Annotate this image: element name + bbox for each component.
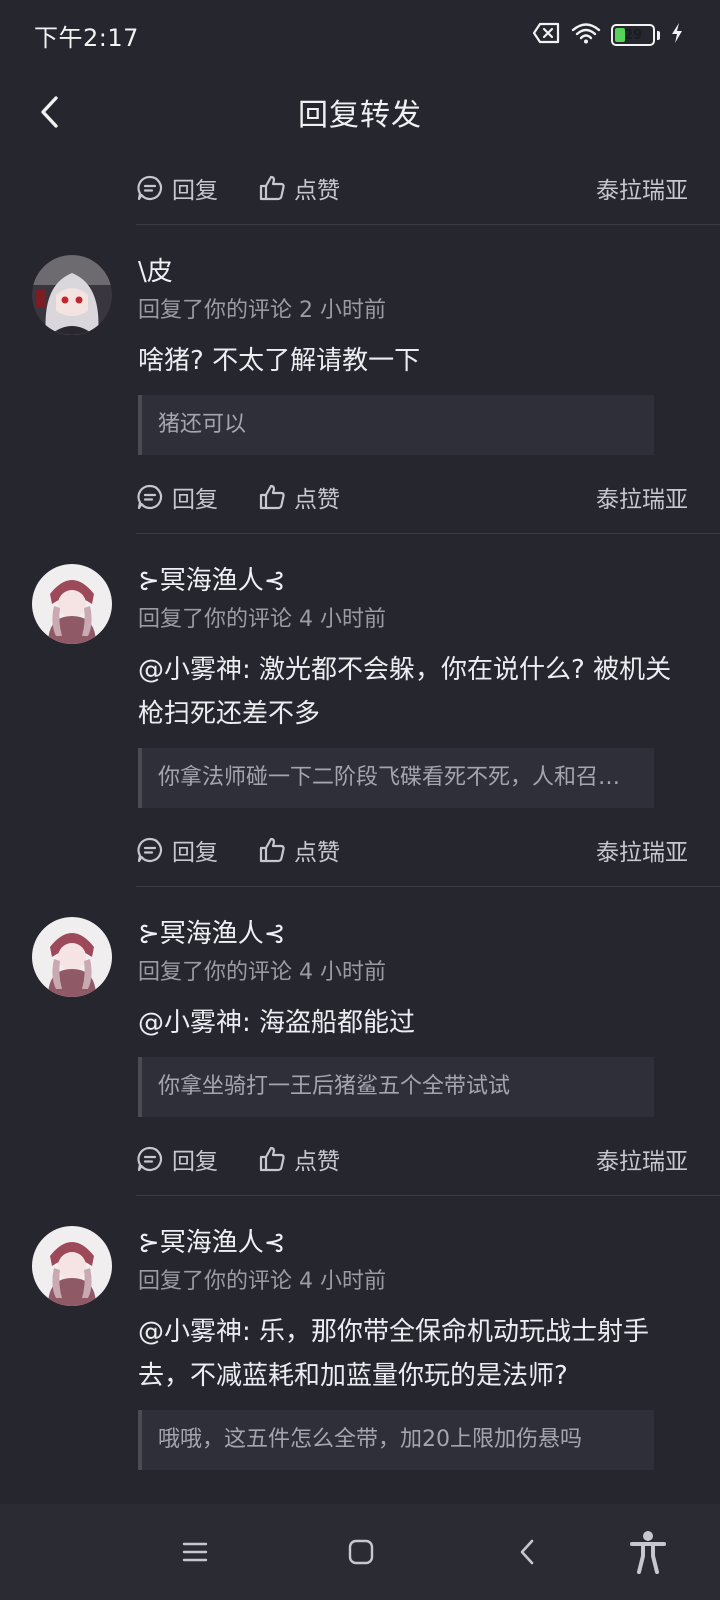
reply-feed[interactable]: 回复 点赞 泰拉瑞亚 \皮 回复了你的评论 2 小时前 啥猪? 不太了解请教一下… (0, 152, 720, 1504)
source-label[interactable]: 泰拉瑞亚 (596, 171, 688, 205)
reply-content[interactable]: @小雾神: 激光都不会躲，你在说什么? 被机关枪扫死还差不多 (138, 648, 686, 736)
reply-content[interactable]: @小雾神: 海盗船都能过 (138, 1001, 686, 1045)
source-label[interactable]: 泰拉瑞亚 (596, 480, 688, 514)
reply-button[interactable]: 回复 (136, 1142, 258, 1176)
reply-meta: 回复了你的评论 2 小时前 (138, 298, 386, 323)
quoted-comment[interactable]: 哦哦，这五件怎么全带，加20上限加伤悬吗 (138, 1410, 654, 1470)
thumbs-up-icon (259, 484, 285, 510)
username[interactable]: ⊱冥海渔人⊰ (138, 917, 686, 951)
accessibility-button[interactable] (626, 1530, 670, 1574)
battery-icon: 29 (611, 24, 655, 46)
thumbs-up-icon (259, 175, 285, 201)
square-icon (348, 1539, 374, 1565)
battery-level: 29 (623, 27, 643, 43)
status-bar: 下午2:17 29 (0, 0, 720, 70)
avatar[interactable] (32, 917, 112, 997)
source-label[interactable]: 泰拉瑞亚 (596, 833, 688, 867)
comment-icon (137, 837, 163, 863)
avatar[interactable] (32, 564, 112, 644)
reply-content[interactable]: 啥猪? 不太了解请教一下 (138, 339, 686, 383)
header: 回复转发 (0, 72, 720, 152)
reply-label: 回复 (172, 487, 218, 513)
sim-error-icon (532, 22, 561, 48)
quoted-comment[interactable]: 你拿法师碰一下二阶段飞碟看死不死，人和召… (138, 748, 654, 808)
thumbs-up-icon (259, 1146, 285, 1172)
reply-button[interactable]: 回复 (136, 480, 258, 514)
like-label: 点赞 (294, 840, 340, 866)
wifi-icon (571, 22, 601, 48)
reply-button[interactable]: 回复 (136, 171, 258, 205)
username[interactable]: ⊱冥海渔人⊰ (138, 564, 686, 598)
like-button[interactable]: 点赞 (258, 1142, 340, 1176)
reply-label: 回复 (172, 1149, 218, 1175)
menu-button[interactable] (173, 1530, 217, 1574)
comment-icon (137, 1146, 163, 1172)
reply-item: ⊱冥海渔人⊰ 回复了你的评论 4 小时前 @小雾神: 激光都不会躲，你在说什么?… (0, 534, 720, 887)
back-button[interactable] (28, 90, 72, 134)
menu-icon (182, 1542, 208, 1562)
source-label[interactable]: 泰拉瑞亚 (596, 1142, 688, 1176)
reply-button[interactable]: 回复 (136, 833, 258, 867)
chevron-left-icon (520, 1539, 534, 1565)
accessibility-icon (630, 1531, 666, 1574)
like-button[interactable]: 点赞 (258, 480, 340, 514)
reply-content[interactable]: @小雾神: 乐，那你带全保命机动玩战士射手去，不减蓝耗和加蓝量你玩的是法师? (138, 1310, 686, 1398)
action-row: 回复 点赞 泰拉瑞亚 (136, 152, 720, 224)
like-button[interactable]: 点赞 (258, 171, 340, 205)
status-time: 下午2:17 (34, 23, 139, 52)
username[interactable]: ⊱冥海渔人⊰ (138, 1226, 686, 1260)
quoted-comment[interactable]: 猪还可以 (138, 395, 654, 455)
chevron-left-icon (41, 96, 58, 128)
charging-icon (670, 22, 684, 48)
avatar[interactable] (32, 255, 112, 335)
reply-label: 回复 (172, 840, 218, 866)
system-nav-bar (0, 1504, 720, 1600)
reply-meta: 回复了你的评论 4 小时前 (138, 607, 386, 632)
like-button[interactable]: 点赞 (258, 833, 340, 867)
quoted-comment[interactable]: 你拿坐骑打一王后猪鲨五个全带试试 (138, 1057, 654, 1117)
like-label: 点赞 (294, 487, 340, 513)
back-nav-button[interactable] (505, 1530, 549, 1574)
page-title: 回复转发 (298, 98, 422, 133)
action-row: 回复 点赞 泰拉瑞亚 (136, 814, 720, 886)
reply-meta: 回复了你的评论 4 小时前 (138, 1269, 386, 1294)
thumbs-up-icon (259, 837, 285, 863)
status-icons: 29 (532, 22, 684, 48)
home-button[interactable] (339, 1530, 383, 1574)
action-row: 回复 点赞 泰拉瑞亚 (136, 461, 720, 533)
avatar[interactable] (32, 1226, 112, 1306)
like-label: 点赞 (294, 1149, 340, 1175)
reply-meta: 回复了你的评论 4 小时前 (138, 960, 386, 985)
action-row: 回复 点赞 泰拉瑞亚 (136, 1123, 720, 1195)
username[interactable]: \皮 (138, 255, 686, 289)
reply-item: ⊱冥海渔人⊰ 回复了你的评论 4 小时前 @小雾神: 海盗船都能过 你拿坐骑打一… (0, 887, 720, 1196)
comment-icon (137, 484, 163, 510)
like-label: 点赞 (294, 178, 340, 204)
comment-icon (137, 175, 163, 201)
reply-label: 回复 (172, 178, 218, 204)
reply-item: ⊱冥海渔人⊰ 回复了你的评论 4 小时前 @小雾神: 乐，那你带全保命机动玩战士… (0, 1196, 720, 1470)
reply-item: \皮 回复了你的评论 2 小时前 啥猪? 不太了解请教一下 猪还可以 回复 点赞… (0, 225, 720, 534)
